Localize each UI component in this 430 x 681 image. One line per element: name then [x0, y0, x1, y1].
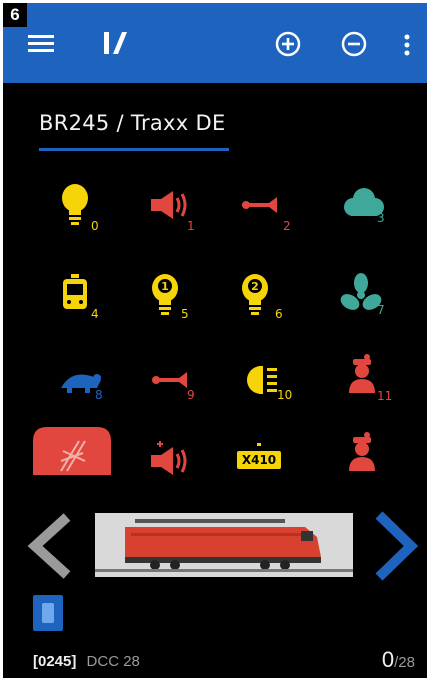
more-vertical-icon[interactable] [399, 31, 415, 59]
direction-indicator [42, 603, 54, 623]
speed-max: /28 [394, 654, 415, 671]
plus-circle-icon[interactable] [273, 29, 303, 59]
function-button-1[interactable]: 1 [139, 181, 209, 241]
minus-circle-icon[interactable] [339, 29, 369, 59]
function-button-2[interactable]: 2 [229, 181, 299, 241]
speed-readout: 0/28 [382, 647, 415, 673]
function-number: 9 [187, 388, 195, 402]
hamburger-menu-icon[interactable] [25, 29, 57, 57]
chevron-right-icon[interactable] [371, 511, 421, 586]
loco-address: [0245] [33, 653, 77, 670]
function-button-7[interactable]: 7 [329, 271, 399, 331]
function-number: 4 [91, 307, 99, 321]
function-button-9[interactable]: 9 [139, 358, 209, 418]
function-button-5[interactable]: 1 5 [139, 271, 209, 331]
function-number: 10 [277, 388, 293, 402]
function-number: 6 [275, 307, 283, 321]
function-number: 1 [187, 219, 195, 233]
app-screen: BR245 / Traxx DE 0 1 2 3 4 1 5 2 6 7 8 9… [3, 3, 427, 678]
function-number: 3 [377, 211, 385, 225]
speed-value: 0 [381, 647, 395, 672]
function-button-3[interactable]: 3 [329, 181, 399, 241]
direction-toggle-button[interactable] [33, 595, 63, 631]
app-logo-icon [99, 27, 131, 59]
function-button-12[interactable] [31, 427, 111, 477]
function-number: 5 [181, 307, 189, 321]
function-number: 11 [377, 389, 393, 403]
figure-badge: 6 [3, 3, 27, 27]
conductor-icon [349, 432, 375, 471]
svg-text:2: 2 [251, 280, 259, 293]
function-button-0[interactable]: 0 [49, 181, 119, 241]
function-number: 8 [95, 388, 103, 402]
function-button-4[interactable]: 4 [49, 271, 119, 331]
app-bar [3, 3, 427, 83]
title-underline [39, 148, 229, 151]
pantograph-icon [33, 427, 111, 477]
function-button-10[interactable]: 10 [229, 358, 299, 418]
light-bulb-2-icon: 2 [242, 274, 268, 315]
function-button-11[interactable]: 11 [329, 351, 399, 411]
loco-name-header[interactable]: BR245 / Traxx DE [39, 111, 226, 135]
loco-image[interactable] [95, 513, 353, 577]
function-number: 7 [377, 303, 385, 317]
loco-protocol: DCC 28 [86, 653, 140, 670]
function-button-8[interactable]: 8 [49, 358, 119, 418]
svg-text:1: 1 [161, 280, 169, 293]
function-number: 0 [91, 219, 99, 233]
loco-name: BR245 / Traxx DE [39, 111, 226, 135]
function-button-6[interactable]: 2 6 [229, 271, 299, 331]
function-number: 2 [283, 219, 291, 233]
x410-label: X410 [241, 453, 277, 467]
chevron-left-icon[interactable] [25, 513, 75, 584]
horn-icon [242, 197, 277, 213]
loco-status: [0245] DCC 28 [33, 653, 140, 670]
